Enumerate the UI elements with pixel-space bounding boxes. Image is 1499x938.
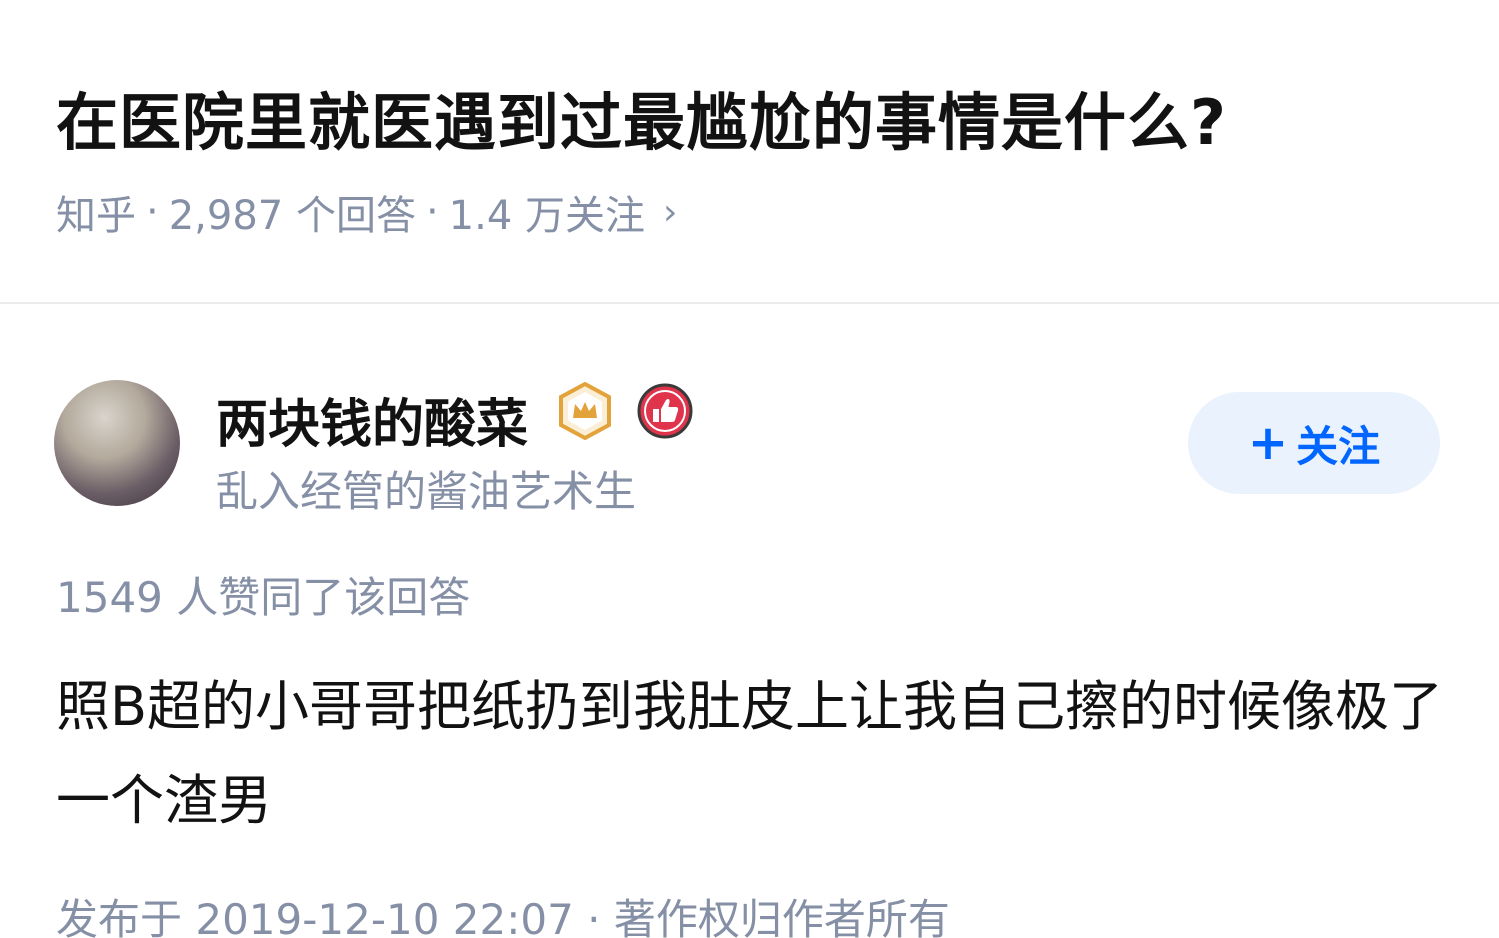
section-divider <box>0 302 1499 304</box>
chevron-right-icon[interactable]: › <box>663 192 677 233</box>
plus-icon: + <box>1247 415 1289 471</box>
answers-count: 2,987 个回答 <box>168 193 416 239</box>
source-label: 知乎 <box>56 193 136 239</box>
follow-label: 关注 <box>1296 421 1381 471</box>
author-name[interactable]: 两块钱的酸菜 <box>216 382 528 457</box>
author-bio: 乱入经管的酱油艺术生 <box>216 467 637 516</box>
question-title[interactable]: 在医院里就医遇到过最尴尬的事情是什么? <box>56 72 1227 162</box>
thumbs-up-badge-icon[interactable] <box>636 382 694 440</box>
meta-separator: · <box>146 189 159 235</box>
question-meta[interactable]: 知乎 · 2,987 个回答 · 1.4 万关注 › <box>56 183 677 241</box>
answer-footer: 发布于 2019-12-10 22:07 · 著作权归作者所有 <box>56 895 950 938</box>
meta-separator: · <box>425 189 439 235</box>
follow-button[interactable]: + 关注 <box>1188 392 1440 494</box>
crown-badge-icon[interactable] <box>556 381 614 441</box>
author-avatar[interactable] <box>54 380 180 506</box>
vote-count[interactable]: 1549 人赞同了该回答 <box>56 564 470 625</box>
followers-count: 1.4 万关注 <box>448 193 645 239</box>
zhihu-answer-page: 在医院里就医遇到过最尴尬的事情是什么? 知乎 · 2,987 个回答 · 1.4… <box>0 0 1499 938</box>
answer-content: 照B超的小哥哥把纸扔到我肚皮上让我自己擦的时候像极了一个渣男 <box>56 675 1444 832</box>
